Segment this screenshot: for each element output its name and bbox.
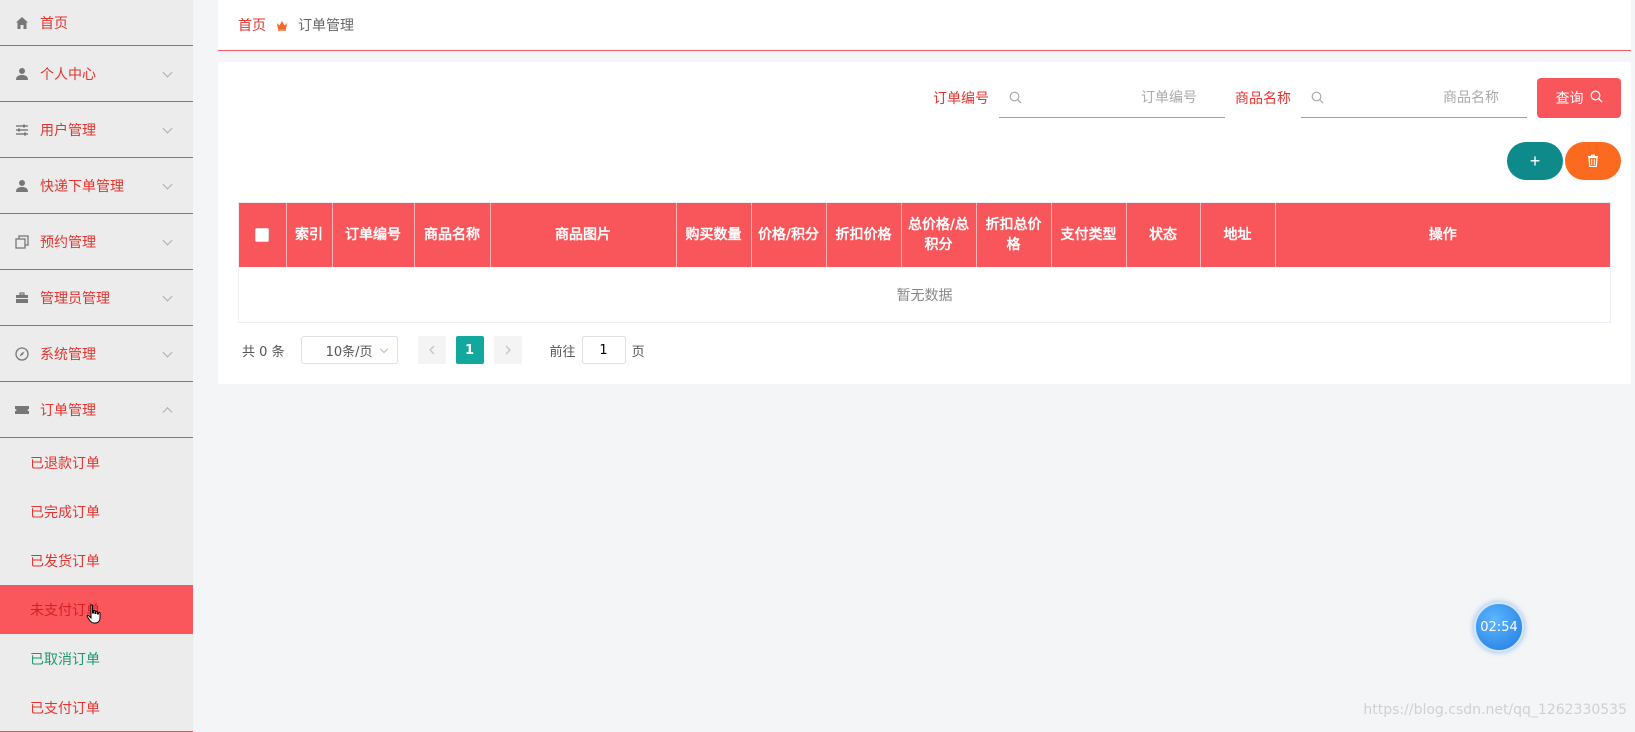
goto-page-input[interactable] — [581, 336, 626, 364]
breadcrumb-home-link[interactable]: 首页 — [238, 15, 266, 35]
order-no-input[interactable] — [999, 78, 1225, 117]
page-number-active[interactable]: 1 — [455, 336, 484, 364]
hand-cursor-icon — [86, 604, 102, 628]
chevron-down-icon — [162, 179, 173, 190]
delete-button[interactable] — [1565, 142, 1621, 180]
submenu-paid-orders[interactable]: 已支付订单 — [0, 683, 193, 732]
order-no-label: 订单编号 — [933, 91, 989, 107]
sidebar-item-label: 管理员管理 — [40, 290, 110, 307]
column-header: 折扣价格 — [826, 203, 902, 267]
column-header: 商品名称 — [414, 203, 491, 267]
chevron-left-icon — [428, 345, 435, 355]
home-icon — [14, 15, 30, 31]
user-icon — [14, 66, 30, 82]
submenu-completed-orders[interactable]: 已完成订单 — [0, 487, 193, 536]
column-header: 状态 — [1126, 203, 1201, 267]
column-header: 操作 — [1428, 227, 1457, 243]
sidebar-item-user-management[interactable]: 用户管理 — [0, 102, 193, 158]
watermark: https://blog.csdn.net/qq_1262330535 — [1363, 702, 1627, 718]
sidebar-item-system-management[interactable]: 系统管理 — [0, 326, 193, 382]
total-count: 共 0 条 — [242, 344, 285, 360]
prev-page-button[interactable] — [417, 336, 446, 364]
chevron-down-icon — [379, 344, 388, 354]
column-header: 订单编号 — [332, 203, 415, 267]
chevron-right-icon — [505, 345, 511, 355]
chevron-down-icon — [162, 123, 173, 134]
timer-badge[interactable]: 02:54 — [1474, 602, 1524, 652]
ticket-icon — [14, 402, 30, 418]
sidebar-item-order-management[interactable]: 订单管理 — [0, 382, 193, 438]
goto-page: 前往 页 — [550, 336, 645, 364]
search-icon — [1009, 91, 1022, 108]
plus-icon: + — [1529, 150, 1541, 171]
breadcrumb-current: 订单管理 — [298, 18, 354, 34]
page-size-select[interactable]: 10条/页 — [300, 336, 398, 364]
submenu-refunded-orders[interactable]: 已退款订单 — [0, 438, 193, 487]
sidebar-item-personal-center[interactable]: 个人中心 — [0, 46, 193, 102]
empty-text: 暂无数据 — [896, 288, 953, 304]
submenu-cancelled-orders[interactable]: 已取消订单 — [0, 634, 193, 683]
user-icon — [14, 178, 30, 194]
crown-icon — [276, 19, 288, 31]
query-button[interactable]: 查询 — [1537, 78, 1621, 118]
sidebar-item-label: 系统管理 — [40, 346, 96, 363]
empty-row: 暂无数据 — [239, 267, 1610, 323]
search-icon — [1311, 91, 1324, 108]
column-header: 地址 — [1200, 203, 1276, 267]
order-no-field — [999, 78, 1225, 118]
column-header: 总价格/总积分 — [901, 203, 977, 267]
sidebar-item-home[interactable]: 首页 — [0, 0, 193, 46]
trash-icon — [1587, 151, 1599, 172]
sidebar-item-reservation[interactable]: 预约管理 — [0, 214, 193, 270]
breadcrumb: 首页 订单管理 — [218, 0, 1631, 51]
sidebar-item-label: 首页 — [40, 15, 68, 32]
sidebar-item-label: 预约管理 — [40, 234, 96, 251]
sidebar-item-label: 快递下单管理 — [40, 178, 124, 195]
sidebar-item-label: 用户管理 — [40, 122, 96, 139]
copy-icon — [14, 234, 30, 250]
search-icon — [1590, 90, 1603, 107]
product-name-label: 商品名称 — [1235, 91, 1291, 107]
column-header: 折扣总价格 — [976, 203, 1052, 267]
column-header: 索引 — [286, 203, 333, 267]
sidebar-item-label: 订单管理 — [40, 402, 96, 419]
table-actions: + — [1507, 142, 1621, 180]
product-name-field — [1301, 78, 1527, 118]
chevron-down-icon — [162, 291, 173, 302]
sliders-icon — [14, 122, 30, 138]
product-name-input[interactable] — [1301, 78, 1527, 117]
next-page-button[interactable] — [493, 336, 522, 364]
order-submenu: 已退款订单 已完成订单 已发货订单 未支付订单 已取消订单 已支付订单 — [0, 438, 193, 732]
chevron-down-icon — [162, 235, 173, 246]
compass-icon — [14, 346, 30, 362]
page-size-value: 10条/页 — [325, 344, 373, 360]
sidebar-item-express-order[interactable]: 快递下单管理 — [0, 158, 193, 214]
select-all-header[interactable] — [239, 203, 287, 267]
submenu-shipped-orders[interactable]: 已发货订单 — [0, 536, 193, 585]
goto-label: 前往 — [549, 344, 576, 360]
select-all-checkbox[interactable] — [255, 228, 270, 242]
sidebar-item-label: 个人中心 — [40, 66, 96, 83]
search-form: 订单编号 商品名称 查询 — [933, 78, 1621, 118]
page-unit-label: 页 — [631, 344, 645, 360]
query-button-label: 查询 — [1555, 91, 1584, 107]
sidebar-item-admin-management[interactable]: 管理员管理 — [0, 270, 193, 326]
chevron-down-icon — [162, 347, 173, 358]
column-header: 支付类型 — [1051, 203, 1127, 267]
content-panel: 订单编号 商品名称 查询 + — [218, 62, 1631, 384]
pagination: 共 0 条 10条/页 1 前往 页 — [242, 336, 645, 364]
briefcase-icon — [14, 290, 30, 306]
column-header: 商品图片 — [490, 203, 677, 267]
column-header: 价格/积分 — [751, 203, 827, 267]
chevron-up-icon — [162, 406, 173, 417]
chevron-down-icon — [162, 67, 173, 78]
add-button[interactable]: + — [1507, 142, 1563, 180]
table-header-row: 索引 订单编号 商品名称 商品图片 购买数量 价格/积分 折扣价格 总价格/总积… — [239, 203, 1610, 267]
orders-table: 索引 订单编号 商品名称 商品图片 购买数量 价格/积分 折扣价格 总价格/总积… — [238, 202, 1611, 323]
column-header: 购买数量 — [676, 203, 752, 267]
